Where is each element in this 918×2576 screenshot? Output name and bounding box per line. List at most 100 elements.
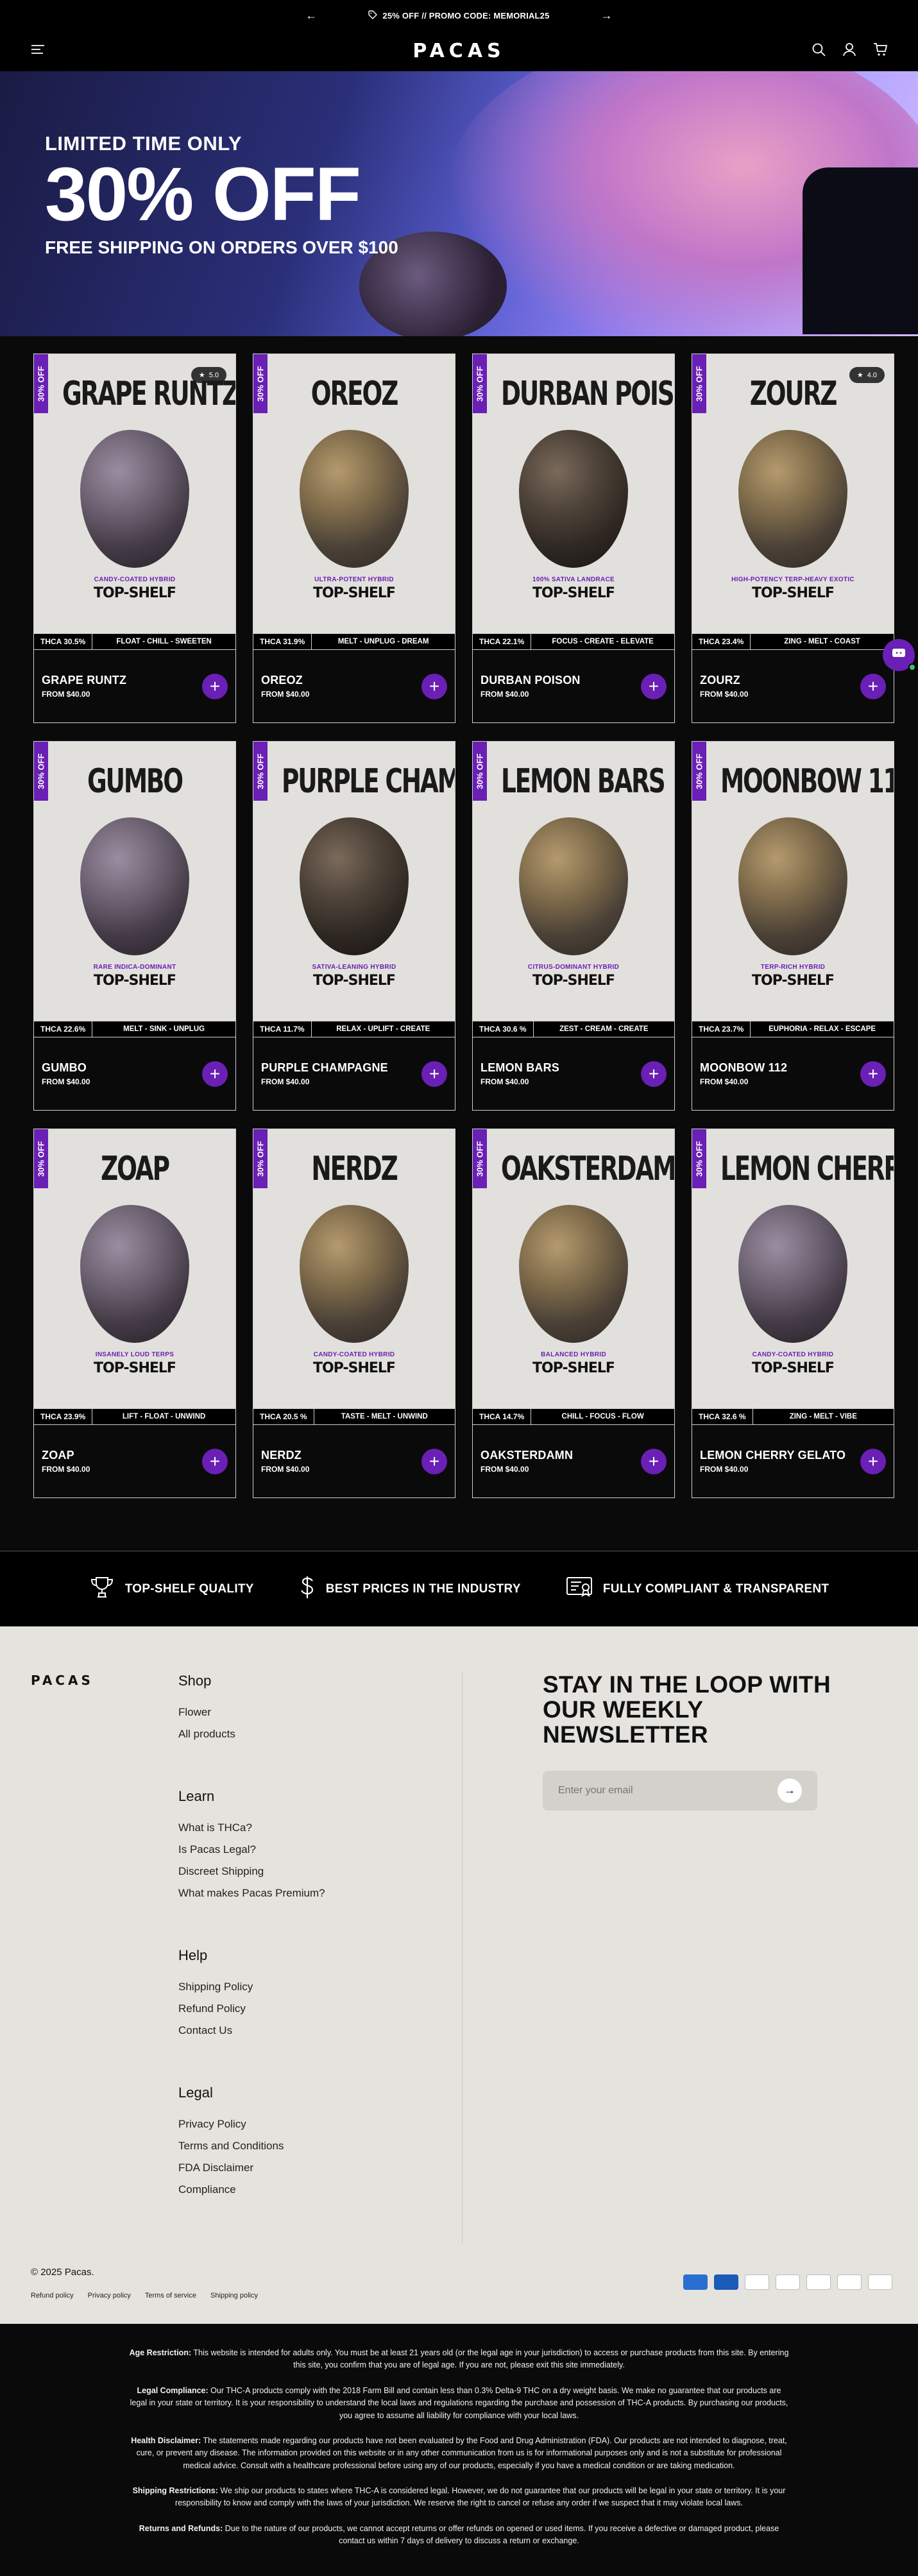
thca-percent: THCA 23.4% (692, 634, 751, 649)
product-card[interactable]: 30% OFF DURBAN POISON 100% SATIVA LANDRACE… (472, 354, 675, 723)
footer-group-help: Help Shipping Policy Refund Policy Conta… (178, 1947, 461, 2037)
footer-link-compliance[interactable]: Compliance (178, 2183, 461, 2196)
hero-banner[interactable]: LIMITED TIME ONLY 30% OFF FREE SHIPPING … (0, 71, 918, 336)
arrow-left-icon[interactable]: ← (305, 9, 317, 22)
product-image[interactable]: 30% OFF PURPLE CHAMPAGNE SATIVA-LEANING HY… (253, 742, 455, 1021)
product-name[interactable]: ZOAP (42, 1449, 90, 1462)
add-to-cart-button[interactable]: + (641, 1448, 667, 1474)
discount-badge: 30% OFF (34, 354, 48, 413)
bottom-link-refund-policy[interactable]: Refund policy (31, 2292, 74, 2299)
site-logo[interactable]: PACAS (412, 40, 505, 62)
product-card[interactable]: 30% OFF ZOAP INSANELY LOUD TERPS TOP-SHELF T… (33, 1129, 236, 1498)
product-card[interactable]: 30% OFF LEMON CHERRY GELATO CANDY-COATED H… (692, 1129, 894, 1498)
email-input[interactable] (558, 1784, 763, 1796)
add-to-cart-button[interactable]: + (202, 1448, 228, 1474)
flower-nug-image (519, 430, 628, 568)
product-card[interactable]: 30% OFF LEMON BARS CITRUS-DOMINANT HYBRID T… (472, 741, 675, 1111)
product-image[interactable]: 30% OFF ★ 5.0 GRAPE RUNTZ CANDY-COATED HYBRI… (34, 354, 235, 633)
bottom-link-shipping-policy[interactable]: Shipping policy (210, 2292, 258, 2299)
top-shelf-logo: TOP-SHELF (532, 585, 615, 601)
product-name[interactable]: GRAPE RUNTZ (42, 674, 126, 687)
product-image[interactable]: 30% OFF ZOAP INSANELY LOUD TERPS TOP-SHELF (34, 1129, 235, 1408)
effects-text: LIFT - FLOAT - UNWIND (122, 1413, 206, 1420)
product-name[interactable]: ZOURZ (700, 674, 748, 687)
account-icon[interactable] (842, 42, 856, 60)
footer-link-flower[interactable]: Flower (178, 1706, 461, 1719)
product-name[interactable]: OREOZ (261, 674, 309, 687)
product-name[interactable]: OAKSTERDAMN (480, 1449, 573, 1462)
product-card[interactable]: 30% OFF ★ 5.0 GRAPE RUNTZ CANDY-COATED HYBRI… (33, 354, 236, 723)
product-card[interactable]: 30% OFF NERDZ CANDY-COATED HYBRID TOP-SHELF… (253, 1129, 455, 1498)
arrow-right-icon[interactable]: → (601, 9, 613, 22)
footer-link-what-is-thca[interactable]: What is THCa? (178, 1821, 461, 1834)
footer-link-all-products[interactable]: All products (178, 1728, 461, 1741)
flower-nug-image (300, 817, 409, 955)
product-card[interactable]: 30% OFF ★ 4.0 ZOURZ HIGH-POTENCY TERP-HEAVY … (692, 354, 894, 723)
add-to-cart-button[interactable]: + (421, 1061, 447, 1087)
cart-icon[interactable] (873, 42, 888, 60)
add-to-cart-button[interactable]: + (202, 673, 228, 699)
product-card[interactable]: 30% OFF GUMBO RARE INDICA-DOMINANT TOP-SHEL… (33, 741, 236, 1111)
product-image[interactable]: 30% OFF LEMON BARS CITRUS-DOMINANT HYBRID T… (473, 742, 674, 1021)
product-name[interactable]: LEMON BARS (480, 1061, 559, 1075)
thca-percent: THCA 30.6 % (473, 1021, 534, 1037)
product-name[interactable]: DURBAN POISON (480, 674, 581, 687)
hero-sleeve-image (803, 167, 918, 334)
product-name[interactable]: PURPLE CHAMPAGNE (261, 1061, 388, 1075)
product-name[interactable]: LEMON CHERRY GELATO (700, 1449, 846, 1462)
add-to-cart-button[interactable]: + (202, 1061, 228, 1087)
footer-link-terms[interactable]: Terms and Conditions (178, 2140, 461, 2153)
product-image[interactable]: 30% OFF DURBAN POISON 100% SATIVA LANDRACE… (473, 354, 674, 633)
product-name[interactable]: MOONBOW 112 (700, 1061, 787, 1075)
footer-link-shipping-policy[interactable]: Shipping Policy (178, 1981, 461, 1993)
product-card[interactable]: 30% OFF MOONBOW 112 TERP-RICH HYBRID TOP-SH… (692, 741, 894, 1111)
feature-prices: BEST PRICES IN THE INDUSTRY (299, 1575, 521, 1603)
footer-link-discreet-shipping[interactable]: Discreet Shipping (178, 1865, 461, 1878)
product-image[interactable]: 30% OFF LEMON CHERRY GELATO CANDY-COATED H… (692, 1129, 894, 1408)
product-price: FROM $40.00 (42, 1077, 90, 1086)
strain-tagline: TERP-RICH HYBRID (760, 964, 826, 971)
product-stats: THCA 22.1% FOCUS - CREATE - ELEVATE (473, 633, 674, 650)
product-image[interactable]: 30% OFF MOONBOW 112 TERP-RICH HYBRID TOP-SH… (692, 742, 894, 1021)
search-icon[interactable] (812, 42, 826, 60)
bottom-link-privacy-policy[interactable]: Privacy policy (88, 2292, 131, 2299)
add-to-cart-button[interactable]: + (641, 1061, 667, 1087)
footer-logo[interactable]: PACAS (31, 1673, 94, 1688)
footer-link-contact-us[interactable]: Contact Us (178, 2024, 461, 2037)
strain-art-title: LEMON CHERRY GELATO (720, 1150, 894, 1188)
product-card[interactable]: 30% OFF OAKSTERDAMN BALANCED HYBRID TOP-SHE… (472, 1129, 675, 1498)
dollar-icon (299, 1575, 316, 1603)
add-to-cart-button[interactable]: + (860, 1448, 886, 1474)
chat-widget-button[interactable] (883, 639, 916, 671)
menu-icon[interactable] (31, 44, 45, 58)
add-to-cart-button[interactable]: + (641, 673, 667, 699)
footer-link-privacy-policy[interactable]: Privacy Policy (178, 2118, 461, 2131)
footer-link-premium[interactable]: What makes Pacas Premium? (178, 1887, 461, 1900)
discount-badge: 30% OFF (473, 742, 487, 801)
top-shelf-logo: TOP-SHELF (313, 1360, 396, 1376)
product-image[interactable]: 30% OFF ★ 4.0 ZOURZ HIGH-POTENCY TERP-HEAVY … (692, 354, 894, 633)
product-card[interactable]: 30% OFF OREOZ ULTRA-POTENT HYBRID TOP-SHELF… (253, 354, 455, 723)
top-shelf-logo: TOP-SHELF (94, 585, 176, 601)
footer-link-refund-policy[interactable]: Refund Policy (178, 2002, 461, 2015)
product-image[interactable]: 30% OFF OREOZ ULTRA-POTENT HYBRID TOP-SHELF (253, 354, 455, 633)
subscribe-button[interactable]: → (778, 1778, 802, 1803)
add-to-cart-button[interactable]: + (421, 1448, 447, 1474)
product-image[interactable]: 30% OFF NERDZ CANDY-COATED HYBRID TOP-SHELF (253, 1129, 455, 1408)
add-to-cart-button[interactable]: + (421, 673, 447, 699)
site-header: PACAS (0, 31, 918, 71)
product-name[interactable]: GUMBO (42, 1061, 90, 1075)
product-image[interactable]: 30% OFF GUMBO RARE INDICA-DOMINANT TOP-SHEL… (34, 742, 235, 1021)
top-shelf-logo: TOP-SHELF (313, 973, 396, 989)
effects-text: ZING - MELT - COAST (784, 638, 860, 645)
bottom-link-terms-of-service[interactable]: Terms of service (145, 2292, 196, 2299)
footer-link-fda-disclaimer[interactable]: FDA Disclaimer (178, 2162, 461, 2174)
add-to-cart-button[interactable]: + (860, 673, 886, 699)
product-card[interactable]: 30% OFF PURPLE CHAMPAGNE SATIVA-LEANING HY… (253, 741, 455, 1111)
product-image[interactable]: 30% OFF OAKSTERDAMN BALANCED HYBRID TOP-SHE… (473, 1129, 674, 1408)
add-to-cart-button[interactable]: + (860, 1061, 886, 1087)
footer-link-is-pacas-legal[interactable]: Is Pacas Legal? (178, 1843, 461, 1856)
product-stats: THCA 32.6 % ZING - MELT - VIBE (692, 1408, 894, 1425)
product-name[interactable]: NERDZ (261, 1449, 309, 1462)
plus-icon: + (867, 1063, 879, 1084)
